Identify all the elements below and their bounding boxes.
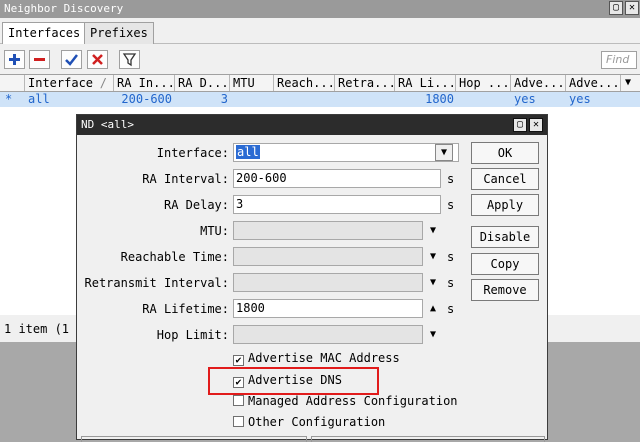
column-header-ra-delay[interactable]: RA D... (175, 75, 230, 91)
column-header-interface[interactable]: Interface / (25, 75, 114, 91)
label-reachable-time: Reachable Time: (120, 250, 229, 264)
column-menu-icon[interactable]: ▼ (625, 77, 631, 88)
column-header-reachable[interactable]: Reach... (274, 75, 335, 91)
cell-interface: all (28, 92, 50, 106)
unit-ra-lifetime: s (447, 302, 455, 316)
disable-button[interactable]: Disable (471, 226, 539, 248)
dropdown-icon[interactable]: ▼ (435, 144, 453, 161)
hop-limit-input[interactable] (233, 325, 423, 344)
label-ra-lifetime: RA Lifetime: (142, 302, 229, 316)
column-header-ra-lifetime[interactable]: RA Li... (395, 75, 456, 91)
column-header-ra-interval[interactable]: RA In... (114, 75, 175, 91)
remove-button[interactable]: Remove (471, 279, 539, 301)
dropdown-icon[interactable]: ▼ (427, 325, 439, 344)
column-header-marker[interactable] (0, 75, 25, 91)
label-retransmit-interval: Retransmit Interval: (84, 276, 230, 290)
main-window-title: Neighbor Discovery (0, 0, 640, 18)
cell-adv-mac: yes (514, 92, 536, 106)
unit-ra-delay: s (447, 198, 455, 212)
nd-dialog: ND <all> ▢ ✕ Interface: all ▼ RA Interva… (76, 114, 548, 442)
column-header-retransmit[interactable]: Retra... (335, 75, 395, 91)
label-ra-interval: RA Interval: (142, 172, 229, 186)
remove-button[interactable] (29, 50, 50, 69)
spin-up-icon[interactable]: ▲ (427, 299, 439, 318)
dropdown-icon[interactable]: ▼ (427, 221, 439, 240)
ok-button[interactable]: OK (471, 142, 539, 164)
cross-icon (92, 54, 103, 65)
minus-icon (34, 58, 45, 61)
filter-button[interactable] (119, 50, 140, 69)
status-field (81, 436, 307, 442)
cell-ra-lifetime: 1800 (425, 92, 454, 106)
column-header-adv-dns[interactable]: Adve... (566, 75, 621, 91)
label-interface: Interface: (156, 146, 229, 160)
restore-icon[interactable]: ▢ (609, 1, 623, 15)
dropdown-icon[interactable]: ▼ (427, 273, 439, 292)
cancel-button[interactable]: Cancel (471, 168, 539, 190)
unit-reachable-time: s (447, 250, 455, 264)
mtu-input[interactable] (233, 221, 423, 240)
checkbox-advertise-mac[interactable]: ✔ Advertise MAC Address (233, 349, 400, 367)
status-field (311, 436, 545, 442)
unit-ra-interval: s (447, 172, 455, 186)
checkbox-box[interactable] (233, 395, 244, 406)
dialog-title: ND <all> (77, 115, 547, 135)
label-mtu: MTU: (200, 224, 229, 238)
table-header: Interface / RA In... RA D... MTU Reach...… (0, 74, 640, 92)
close-icon[interactable]: ✕ (625, 1, 639, 15)
row-marker: * (5, 92, 13, 106)
restore-icon[interactable]: ▢ (513, 118, 527, 132)
enable-button[interactable] (61, 50, 82, 69)
interface-select[interactable]: all (233, 143, 459, 162)
copy-button[interactable]: Copy (471, 253, 539, 275)
column-header-mtu[interactable]: MTU (230, 75, 274, 91)
label-hop-limit: Hop Limit: (156, 328, 229, 342)
filter-icon (122, 53, 137, 67)
tab-interfaces[interactable]: Interfaces (2, 22, 87, 44)
cell-ra-delay: 3 (220, 92, 228, 106)
check-icon (65, 54, 78, 66)
checkbox-other-config[interactable]: Other Configuration (233, 413, 385, 431)
plus-icon (9, 54, 20, 65)
checkbox-box[interactable] (233, 416, 244, 427)
ra-lifetime-input[interactable]: 1800 (233, 299, 423, 318)
column-header-hop-limit[interactable]: Hop ... (456, 75, 511, 91)
ra-delay-input[interactable]: 3 (233, 195, 441, 214)
cell-adv-dns: yes (569, 92, 591, 106)
add-button[interactable] (4, 50, 25, 69)
find-input[interactable]: Find (601, 51, 637, 69)
checkbox-box[interactable]: ✔ (233, 355, 244, 366)
reachable-time-input[interactable] (233, 247, 423, 266)
unit-retransmit-interval: s (447, 276, 455, 290)
table-row[interactable]: * all 200-600 3 1800 yes yes (0, 92, 640, 107)
ra-interval-input[interactable]: 200-600 (233, 169, 441, 188)
apply-button[interactable]: Apply (471, 194, 539, 216)
highlight-box (208, 367, 379, 395)
retransmit-interval-input[interactable] (233, 273, 423, 292)
status-text: 1 item (1 (4, 322, 70, 336)
disable-button[interactable] (87, 50, 108, 69)
dropdown-icon[interactable]: ▼ (427, 247, 439, 266)
column-header-adv-mac[interactable]: Adve... (511, 75, 566, 91)
toolbar (0, 45, 640, 74)
tab-prefixes[interactable]: Prefixes (84, 22, 154, 44)
label-ra-delay: RA Delay: (163, 198, 229, 212)
close-icon[interactable]: ✕ (529, 118, 543, 132)
cell-ra-interval: 200-600 (121, 92, 172, 106)
